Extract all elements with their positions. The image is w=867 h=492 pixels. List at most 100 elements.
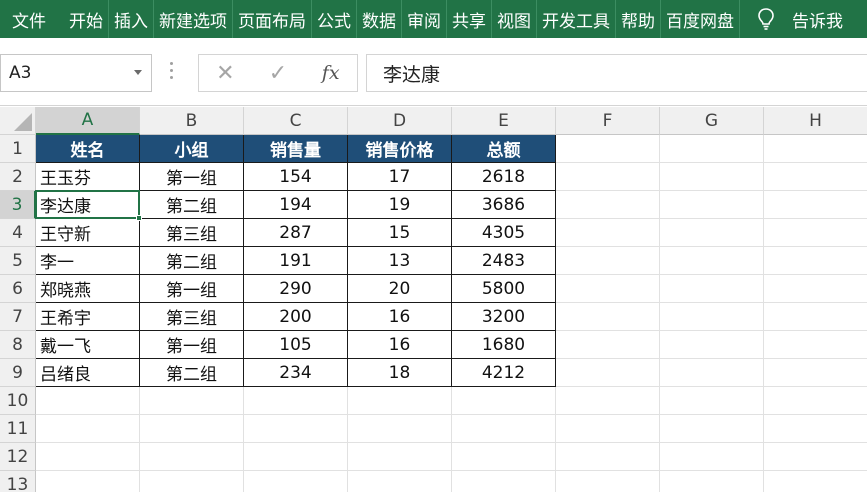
empty-cell[interactable] xyxy=(764,415,867,443)
empty-cell[interactable] xyxy=(660,443,764,471)
empty-cell[interactable] xyxy=(764,247,867,275)
empty-cell[interactable] xyxy=(660,359,764,387)
table-cell-b2[interactable]: 第一组 xyxy=(140,163,244,191)
tab-file[interactable]: 文件 xyxy=(0,0,64,38)
column-header-h[interactable]: H xyxy=(764,107,867,135)
empty-cell[interactable] xyxy=(660,219,764,247)
empty-cell[interactable] xyxy=(36,415,140,443)
empty-cell[interactable] xyxy=(556,219,660,247)
tab-view[interactable]: 视图 xyxy=(492,0,536,38)
tab-share[interactable]: 共享 xyxy=(447,0,491,38)
row-header-5[interactable]: 5 xyxy=(0,247,36,275)
empty-cell[interactable] xyxy=(556,331,660,359)
table-cell-d9[interactable]: 18 xyxy=(348,359,452,387)
empty-cell[interactable] xyxy=(348,471,452,492)
empty-cell[interactable] xyxy=(140,443,244,471)
tell-me-search[interactable]: 告诉我 xyxy=(792,7,843,32)
table-header-cell[interactable]: 总额 xyxy=(452,135,556,163)
empty-cell[interactable] xyxy=(140,415,244,443)
empty-cell[interactable] xyxy=(556,387,660,415)
empty-cell[interactable] xyxy=(452,387,556,415)
table-header-cell[interactable]: 小组 xyxy=(140,135,244,163)
column-header-b[interactable]: B xyxy=(140,107,244,135)
empty-cell[interactable] xyxy=(660,471,764,492)
table-cell-e3[interactable]: 3686 xyxy=(452,191,556,219)
row-header-3[interactable]: 3 xyxy=(0,191,36,219)
empty-cell[interactable] xyxy=(244,471,348,492)
empty-cell[interactable] xyxy=(556,471,660,492)
insert-function-icon[interactable]: fx xyxy=(304,55,357,91)
tab-developer[interactable]: 开发工具 xyxy=(537,0,615,38)
table-header-cell[interactable]: 销售价格 xyxy=(348,135,452,163)
column-header-g[interactable]: G xyxy=(660,107,764,135)
table-cell-c5[interactable]: 191 xyxy=(244,247,348,275)
table-cell-d7[interactable]: 16 xyxy=(348,303,452,331)
empty-cell[interactable] xyxy=(140,471,244,492)
empty-cell[interactable] xyxy=(764,303,867,331)
empty-cell[interactable] xyxy=(452,471,556,492)
table-cell-d2[interactable]: 17 xyxy=(348,163,452,191)
empty-cell[interactable] xyxy=(660,303,764,331)
formula-input[interactable]: 李达康 xyxy=(366,54,867,92)
enter-icon[interactable]: ✓ xyxy=(252,55,305,91)
empty-cell[interactable] xyxy=(140,387,244,415)
table-cell-d5[interactable]: 13 xyxy=(348,247,452,275)
table-cell-e4[interactable]: 4305 xyxy=(452,219,556,247)
empty-cell[interactable] xyxy=(348,387,452,415)
table-cell-e6[interactable]: 5800 xyxy=(452,275,556,303)
table-cell-a3[interactable]: 李达康 xyxy=(36,191,140,219)
table-cell-a8[interactable]: 戴一飞 xyxy=(36,331,140,359)
chevron-down-icon[interactable] xyxy=(134,70,142,75)
table-cell-c3[interactable]: 194 xyxy=(244,191,348,219)
table-cell-b5[interactable]: 第二组 xyxy=(140,247,244,275)
table-cell-a6[interactable]: 郑晓燕 xyxy=(36,275,140,303)
empty-cell[interactable] xyxy=(764,191,867,219)
empty-cell[interactable] xyxy=(660,331,764,359)
empty-cell[interactable] xyxy=(36,387,140,415)
empty-cell[interactable] xyxy=(556,415,660,443)
empty-cell[interactable] xyxy=(556,163,660,191)
empty-cell[interactable] xyxy=(764,219,867,247)
empty-cell[interactable] xyxy=(244,415,348,443)
row-header-4[interactable]: 4 xyxy=(0,219,36,247)
empty-cell[interactable] xyxy=(660,247,764,275)
tab-insert[interactable]: 插入 xyxy=(109,0,153,38)
column-header-e[interactable]: E xyxy=(452,107,556,135)
select-all-button[interactable] xyxy=(0,107,36,135)
empty-cell[interactable] xyxy=(660,275,764,303)
row-header-1[interactable]: 1 xyxy=(0,135,36,163)
table-cell-d4[interactable]: 15 xyxy=(348,219,452,247)
column-header-f[interactable]: F xyxy=(556,107,660,135)
empty-cell[interactable] xyxy=(556,191,660,219)
tab-page-layout[interactable]: 页面布局 xyxy=(233,0,311,38)
column-header-d[interactable]: D xyxy=(348,107,452,135)
empty-cell[interactable] xyxy=(660,415,764,443)
table-cell-d3[interactable]: 19 xyxy=(348,191,452,219)
empty-cell[interactable] xyxy=(764,135,867,163)
table-cell-e8[interactable]: 1680 xyxy=(452,331,556,359)
table-cell-c9[interactable]: 234 xyxy=(244,359,348,387)
empty-cell[interactable] xyxy=(556,359,660,387)
empty-cell[interactable] xyxy=(348,443,452,471)
empty-cell[interactable] xyxy=(36,471,140,492)
column-header-c[interactable]: C xyxy=(244,107,348,135)
table-cell-a9[interactable]: 吕绪良 xyxy=(36,359,140,387)
empty-cell[interactable] xyxy=(36,443,140,471)
table-cell-e7[interactable]: 3200 xyxy=(452,303,556,331)
table-cell-b9[interactable]: 第二组 xyxy=(140,359,244,387)
lightbulb-icon[interactable] xyxy=(740,0,792,38)
table-cell-a5[interactable]: 李一 xyxy=(36,247,140,275)
table-cell-b7[interactable]: 第三组 xyxy=(140,303,244,331)
empty-cell[interactable] xyxy=(764,387,867,415)
empty-cell[interactable] xyxy=(660,387,764,415)
cancel-icon[interactable]: ✕ xyxy=(199,55,252,91)
empty-cell[interactable] xyxy=(764,331,867,359)
row-header-11[interactable]: 11 xyxy=(0,415,36,443)
empty-cell[interactable] xyxy=(764,443,867,471)
empty-cell[interactable] xyxy=(244,443,348,471)
table-cell-c2[interactable]: 154 xyxy=(244,163,348,191)
empty-cell[interactable] xyxy=(556,303,660,331)
row-header-12[interactable]: 12 xyxy=(0,443,36,471)
row-header-2[interactable]: 2 xyxy=(0,163,36,191)
empty-cell[interactable] xyxy=(660,135,764,163)
